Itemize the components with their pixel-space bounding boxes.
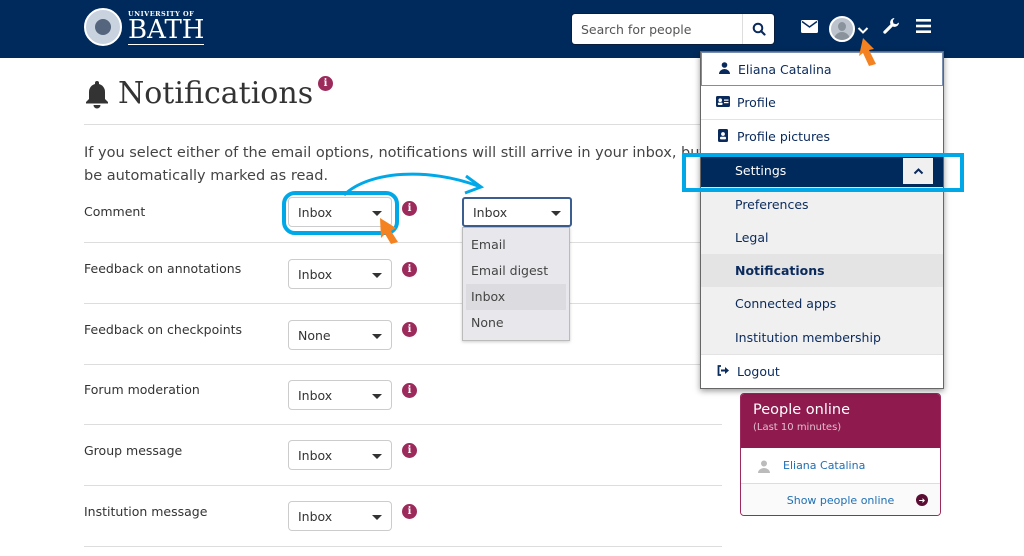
caret-down-icon	[372, 515, 382, 520]
people-online-title: People online	[753, 402, 851, 418]
search-button[interactable]	[742, 14, 774, 44]
page-heading: Notifications	[84, 76, 313, 111]
menu-item-label: Logout	[737, 364, 780, 379]
feedback-checkpoints-select[interactable]: None	[288, 320, 392, 350]
feedback-annotations-select[interactable]: Inbox	[288, 259, 392, 289]
option-email-digest[interactable]: Email digest	[463, 258, 569, 284]
university-seal-icon	[84, 8, 122, 46]
notification-row-feedback-checkpoints: Feedback on checkpoints None i	[84, 304, 722, 365]
menu-item-preferences[interactable]: Preferences	[701, 188, 943, 221]
main-menu-button[interactable]	[916, 17, 931, 39]
menu-user-label: Eliana Catalina	[738, 61, 832, 77]
info-icon[interactable]: i	[402, 201, 417, 216]
intro-line-1: If you select either of the email option…	[84, 145, 704, 161]
option-email[interactable]: Email	[463, 232, 569, 258]
row-label: Group message	[84, 443, 183, 458]
messages-button[interactable]	[801, 17, 818, 39]
top-bar: UNIVERSITY OF BATH	[0, 0, 1024, 58]
university-logo[interactable]: UNIVERSITY OF BATH	[84, 8, 205, 46]
menu-item-profile-pictures[interactable]: Profile pictures	[701, 120, 943, 154]
forum-moderation-select[interactable]: Inbox	[288, 380, 392, 410]
option-inbox[interactable]: Inbox	[466, 284, 566, 310]
people-search	[572, 14, 774, 44]
open-select[interactable]: Inbox	[462, 197, 572, 227]
row-label: Institution message	[84, 504, 208, 519]
row-label: Comment	[84, 204, 146, 219]
user-avatar-icon	[758, 460, 770, 473]
menu-item-label: Settings	[735, 163, 787, 178]
row-label: Forum moderation	[84, 382, 200, 397]
portrait-icon	[715, 128, 731, 145]
envelope-icon	[801, 20, 818, 33]
menu-user-name[interactable]: Eliana Catalina	[701, 52, 943, 86]
select-value: Inbox	[298, 448, 333, 463]
avatar[interactable]	[829, 16, 855, 42]
notification-row-group-message: Group message Inbox i	[84, 425, 722, 486]
notification-row-feedback-annotations: Feedback on annotations Inbox i	[84, 243, 722, 304]
id-card-icon	[715, 95, 731, 110]
menu-item-legal[interactable]: Legal	[701, 221, 943, 254]
caret-down-icon	[372, 334, 382, 339]
online-user[interactable]: Eliana Catalina	[741, 448, 940, 484]
people-online-panel: People online (Last 10 minutes) Eliana C…	[740, 393, 941, 516]
select-value: Inbox	[473, 205, 508, 220]
info-icon[interactable]: i	[402, 443, 417, 458]
select-value: Inbox	[298, 509, 333, 524]
row-label: Feedback on annotations	[84, 261, 242, 276]
bell-icon	[86, 80, 108, 108]
collapse-settings-button[interactable]	[903, 158, 933, 184]
user-menu-toggle[interactable]	[857, 19, 869, 41]
group-message-select[interactable]: Inbox	[288, 440, 392, 470]
select-value: Inbox	[298, 205, 333, 220]
search-input[interactable]	[572, 14, 742, 44]
menu-item-connected-apps[interactable]: Connected apps	[701, 287, 943, 320]
page-title: Notifications	[118, 76, 314, 111]
menu-item-logout[interactable]: Logout	[701, 354, 943, 388]
comment-select[interactable]: Inbox	[288, 197, 392, 227]
logo-big-text: BATH	[128, 14, 205, 45]
menu-item-notifications[interactable]: Notifications	[701, 254, 943, 287]
caret-down-icon	[372, 211, 382, 216]
menu-item-label: Profile	[737, 95, 776, 110]
menu-item-profile[interactable]: Profile	[701, 86, 943, 120]
caret-down-icon	[372, 394, 382, 399]
option-none[interactable]: None	[463, 310, 569, 336]
menu-item-institution-membership[interactable]: Institution membership	[701, 320, 943, 354]
select-options-list: Email Email digest Inbox None	[462, 227, 570, 341]
title-divider	[84, 124, 704, 125]
wrench-icon	[883, 18, 899, 34]
chevron-up-icon	[913, 168, 923, 175]
select-value: Inbox	[298, 388, 333, 403]
online-user-name[interactable]: Eliana Catalina	[783, 459, 865, 472]
arrow-circle-right-icon: ➜	[916, 494, 928, 506]
institution-message-select[interactable]: Inbox	[288, 501, 392, 531]
people-online-header: People online (Last 10 minutes)	[741, 394, 940, 448]
menu-item-settings[interactable]: Settings	[701, 154, 943, 188]
caret-down-icon	[551, 211, 561, 216]
notification-row-comment: Comment Inbox i	[84, 182, 722, 243]
info-icon[interactable]: i	[402, 383, 417, 398]
search-icon	[752, 22, 766, 36]
row-label: Feedback on checkpoints	[84, 322, 243, 337]
info-icon[interactable]: i	[402, 504, 417, 519]
show-people-online-label: Show people online	[786, 494, 895, 507]
chevron-down-icon	[857, 27, 869, 34]
people-online-subtitle: (Last 10 minutes)	[753, 422, 842, 433]
title-info-icon[interactable]: i	[318, 76, 333, 91]
notification-row-forum-moderation: Forum moderation Inbox i	[84, 364, 722, 425]
logout-icon	[715, 364, 731, 379]
caret-down-icon	[372, 273, 382, 278]
admin-button[interactable]	[882, 17, 900, 41]
select-value: None	[298, 328, 331, 343]
info-icon[interactable]: i	[402, 262, 417, 277]
hamburger-menu-icon	[916, 19, 931, 33]
notification-row-institution-message: Institution message Inbox i	[84, 486, 722, 547]
user-icon	[716, 61, 732, 77]
select-value: Inbox	[298, 267, 333, 282]
menu-item-label: Profile pictures	[737, 129, 831, 144]
user-menu: Eliana Catalina Profile Profile pictures…	[700, 51, 944, 389]
caret-down-icon	[372, 454, 382, 459]
show-people-online-link[interactable]: Show people online ➜	[741, 484, 940, 515]
info-icon[interactable]: i	[402, 322, 417, 337]
